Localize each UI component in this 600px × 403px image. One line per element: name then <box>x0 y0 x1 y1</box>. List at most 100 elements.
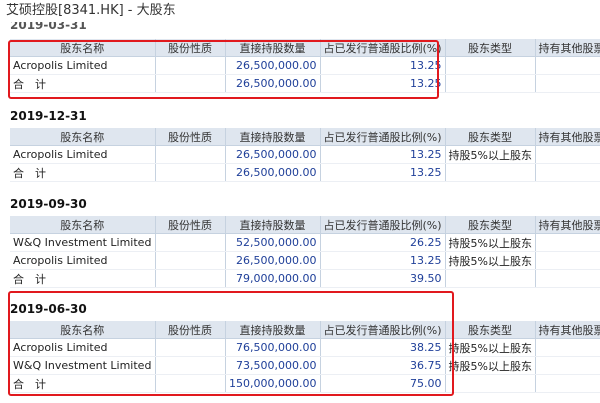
col-header-name[interactable]: 股东名称 <box>10 216 156 234</box>
holder-other <box>535 233 600 252</box>
table-total-row: 合 计 79,000,000.00 39.50 <box>10 269 600 288</box>
col-header-type[interactable]: 股东类型 <box>445 39 536 57</box>
page-title: 艾硕控股[8341.HK] - 大股东 <box>6 0 176 22</box>
col-header-other[interactable]: 持有其他股票 <box>535 128 600 146</box>
holder-nature <box>155 356 226 375</box>
col-header-pct[interactable]: 占已发行普通股比例(%) <box>320 39 446 57</box>
holders-table-3: 股东名称 股份性质 直接持股数量 占已发行普通股比例(%) 股东类型 持有其他股… <box>10 216 600 288</box>
holders-table-4: 股东名称 股份性质 直接持股数量 占已发行普通股比例(%) 股东类型 持有其他股… <box>10 321 600 393</box>
holder-type: 持股5%以上股东 <box>445 338 536 357</box>
table-total-row: 合 计 26,500,000.00 13.25 <box>10 163 600 182</box>
col-header-type[interactable]: 股东类型 <box>445 128 536 146</box>
section-date: 2019-06-30 <box>10 302 87 316</box>
table-total-row: 合 计 150,000,000.00 75.00 <box>10 374 600 393</box>
holder-name: W&Q Investment Limited <box>10 233 156 252</box>
holder-nature <box>155 251 226 270</box>
table-header-row: 股东名称 股份性质 直接持股数量 占已发行普通股比例(%) 股东类型 持有其他股… <box>10 321 600 339</box>
total-label: 合 计 <box>10 269 156 288</box>
col-header-shares[interactable]: 直接持股数量 <box>225 216 321 234</box>
holder-pct: 36.75 <box>320 356 446 375</box>
total-other <box>535 374 600 393</box>
table-header-row: 股东名称 股份性质 直接持股数量 占已发行普通股比例(%) 股东类型 持有其他股… <box>10 216 600 234</box>
holder-nature <box>155 56 226 75</box>
col-header-shares[interactable]: 直接持股数量 <box>225 128 321 146</box>
total-type <box>445 269 536 288</box>
total-other <box>535 269 600 288</box>
total-other <box>535 74 600 93</box>
holder-pct: 38.25 <box>320 338 446 357</box>
holder-pct: 26.25 <box>320 233 446 252</box>
holder-type <box>445 56 536 75</box>
total-type <box>445 374 536 393</box>
total-nature <box>155 74 226 93</box>
col-header-name[interactable]: 股东名称 <box>10 321 156 339</box>
total-nature <box>155 269 226 288</box>
col-header-shares[interactable]: 直接持股数量 <box>225 321 321 339</box>
holder-nature <box>155 145 226 164</box>
holder-pct: 13.25 <box>320 145 446 164</box>
table-header-row: 股东名称 股份性质 直接持股数量 占已发行普通股比例(%) 股东类型 持有其他股… <box>10 39 600 57</box>
col-header-other[interactable]: 持有其他股票 <box>535 39 600 57</box>
col-header-name[interactable]: 股东名称 <box>10 39 156 57</box>
holder-pct: 13.25 <box>320 56 446 75</box>
total-label: 合 计 <box>10 163 156 182</box>
total-label: 合 计 <box>10 74 156 93</box>
table-row: Acropolis Limited 26,500,000.00 13.25 持股… <box>10 145 600 164</box>
holder-other <box>535 356 600 375</box>
total-pct: 39.50 <box>320 269 446 288</box>
col-header-name[interactable]: 股东名称 <box>10 128 156 146</box>
total-shares: 26,500,000.00 <box>225 163 321 182</box>
col-header-shares[interactable]: 直接持股数量 <box>225 39 321 57</box>
col-header-nature[interactable]: 股份性质 <box>155 39 226 57</box>
table-row: Acropolis Limited 26,500,000.00 13.25 <box>10 56 600 75</box>
holder-shares: 52,500,000.00 <box>225 233 321 252</box>
holder-other <box>535 338 600 357</box>
holder-name: W&Q Investment Limited <box>10 356 156 375</box>
table-row: W&Q Investment Limited 52,500,000.00 26.… <box>10 233 600 252</box>
col-header-nature[interactable]: 股份性质 <box>155 128 226 146</box>
table-row: W&Q Investment Limited 73,500,000.00 36.… <box>10 356 600 375</box>
holder-name: Acropolis Limited <box>10 56 156 75</box>
total-type <box>445 74 536 93</box>
total-shares: 150,000,000.00 <box>225 374 321 393</box>
col-header-type[interactable]: 股东类型 <box>445 216 536 234</box>
table-row: Acropolis Limited 76,500,000.00 38.25 持股… <box>10 338 600 357</box>
holder-name: Acropolis Limited <box>10 145 156 164</box>
col-header-pct[interactable]: 占已发行普通股比例(%) <box>320 321 446 339</box>
holder-other <box>535 56 600 75</box>
holder-type: 持股5%以上股东 <box>445 233 536 252</box>
holder-pct: 13.25 <box>320 251 446 270</box>
total-pct: 75.00 <box>320 374 446 393</box>
total-label: 合 计 <box>10 374 156 393</box>
col-header-other[interactable]: 持有其他股票 <box>535 321 600 339</box>
holder-shares: 26,500,000.00 <box>225 56 321 75</box>
holder-other <box>535 251 600 270</box>
total-shares: 26,500,000.00 <box>225 74 321 93</box>
holder-shares: 26,500,000.00 <box>225 251 321 270</box>
total-nature <box>155 374 226 393</box>
section-date: 2019-12-31 <box>10 109 87 123</box>
col-header-pct[interactable]: 占已发行普通股比例(%) <box>320 128 446 146</box>
holder-shares: 73,500,000.00 <box>225 356 321 375</box>
total-shares: 79,000,000.00 <box>225 269 321 288</box>
table-row: Acropolis Limited 26,500,000.00 13.25 持股… <box>10 251 600 270</box>
total-pct: 13.25 <box>320 163 446 182</box>
holder-shares: 76,500,000.00 <box>225 338 321 357</box>
holder-name: Acropolis Limited <box>10 251 156 270</box>
col-header-nature[interactable]: 股份性质 <box>155 321 226 339</box>
section-date: 2019-09-30 <box>10 197 87 211</box>
total-other <box>535 163 600 182</box>
total-nature <box>155 163 226 182</box>
holder-type: 持股5%以上股东 <box>445 356 536 375</box>
holder-nature <box>155 338 226 357</box>
holders-table-2: 股东名称 股份性质 直接持股数量 占已发行普通股比例(%) 股东类型 持有其他股… <box>10 128 600 182</box>
col-header-nature[interactable]: 股份性质 <box>155 216 226 234</box>
total-type <box>445 163 536 182</box>
holder-type: 持股5%以上股东 <box>445 251 536 270</box>
col-header-other[interactable]: 持有其他股票 <box>535 216 600 234</box>
col-header-type[interactable]: 股东类型 <box>445 321 536 339</box>
holder-shares: 26,500,000.00 <box>225 145 321 164</box>
total-pct: 13.25 <box>320 74 446 93</box>
holder-type: 持股5%以上股东 <box>445 145 536 164</box>
col-header-pct[interactable]: 占已发行普通股比例(%) <box>320 216 446 234</box>
